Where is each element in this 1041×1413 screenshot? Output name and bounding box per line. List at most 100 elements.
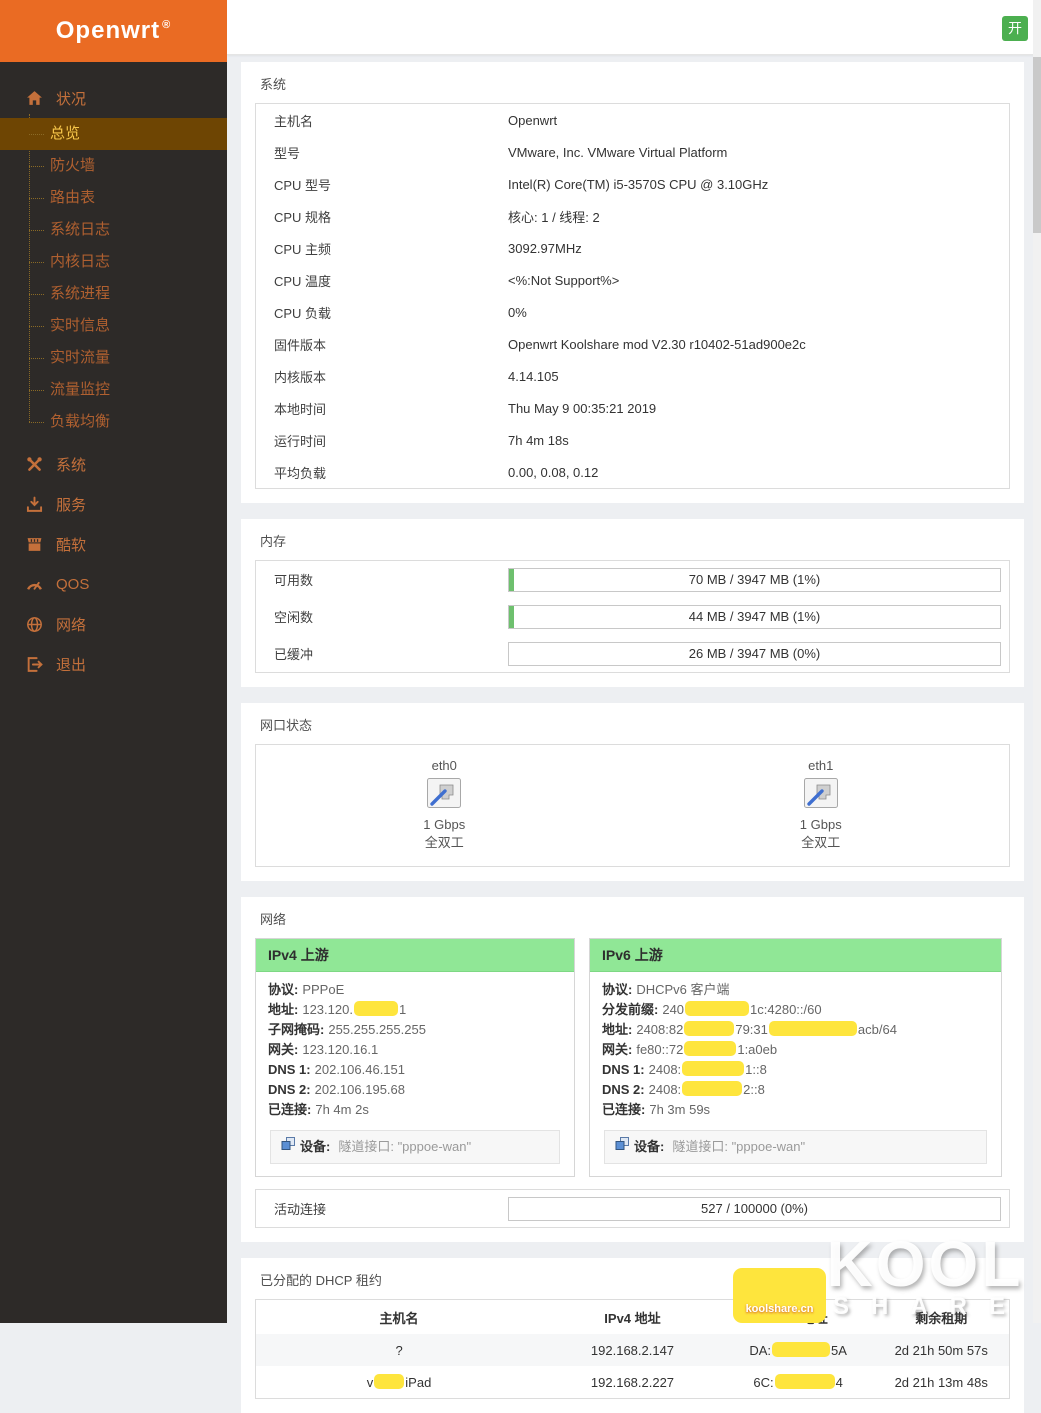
ethernet-port-icon	[427, 778, 462, 813]
sidebar-item-label: 服务	[56, 496, 87, 514]
field-value: 202.106.195.68	[314, 1082, 405, 1097]
sidebar-item-status[interactable]: 状况	[0, 78, 227, 118]
row-value: <%:Not Support%>	[508, 272, 620, 288]
field-label: DNS 1:	[268, 1062, 311, 1077]
row-value: Thu May 9 00:35:21 2019	[508, 400, 657, 416]
field-label: 协议:	[602, 982, 633, 997]
field-value: 隧道接口: "pppoe-wan"	[672, 1139, 806, 1154]
port-duplex: 全双工	[424, 835, 464, 850]
row-value: 核心: 1 / 线程: 2	[508, 209, 600, 225]
sidebar-item-kernel-log[interactable]: 内核日志	[0, 246, 227, 278]
table-row: 固件版本 Openwrt Koolshare mod V2.30 r10402-5…	[256, 328, 1009, 360]
sidebar-item-label: 实时信息	[50, 317, 111, 334]
progress-text: 70 MB / 3947 MB (1%)	[688, 571, 821, 587]
ipv4-gateway-line: 网关: 123.120.16.1	[268, 1040, 562, 1060]
row-value: 7h 4m 18s	[508, 432, 569, 448]
ipv4-dns1-line: DNS 1: 202.106.46.151	[268, 1060, 562, 1080]
row-label: 空闲数	[274, 610, 314, 625]
field-label: 地址:	[602, 1022, 633, 1037]
sidebar-item-label: 网络	[56, 616, 87, 634]
ipv4-upstream-title: IPv4 上游	[256, 939, 574, 972]
memory-card: 内存 可用数 70 MB / 3947 MB (1%) 空闲数 44 MB / …	[241, 519, 1024, 687]
field-value: 240	[662, 1002, 685, 1017]
field-label: 已连接:	[602, 1102, 646, 1117]
field-label: 设备:	[634, 1139, 665, 1154]
sidebar-item-label: 路由表	[50, 189, 96, 206]
section-title-dhcp: 已分配的 DHCP 租约	[260, 1273, 382, 1288]
sidebar-item-label: 退出	[56, 656, 87, 674]
table-row: 已缓冲 26 MB / 3947 MB (0%)	[256, 635, 1009, 672]
sidebar-item-network[interactable]: 网络	[0, 604, 227, 644]
redaction-box	[685, 1001, 750, 1016]
ipv6-gateway-line: 网关: fe80::72 1:a0eb	[602, 1040, 989, 1060]
home-icon	[26, 90, 43, 107]
sidebar-item-koolsoft[interactable]: 酷软	[0, 524, 227, 564]
table-row: 型号 VMware, Inc. VMware Virtual Platform	[256, 136, 1009, 168]
ports-box: eth0 1 Gbps 全双工 eth1 1 Gbps 全双工	[255, 744, 1010, 867]
row-label: 运行时间	[274, 433, 327, 449]
sidebar-item-services[interactable]: 服务	[0, 484, 227, 524]
port-eth0: eth0 1 Gbps 全双工	[256, 757, 633, 852]
field-value: 123.120.16.1	[302, 1042, 379, 1057]
sidebar-item-processes[interactable]: 系统进程	[0, 278, 227, 310]
port-speed: 1 Gbps	[799, 817, 842, 832]
sidebar-item-firewall[interactable]: 防火墙	[0, 150, 227, 182]
main-area: 开 系统 主机名 Openwrt 型号 VMware, Inc. VMware Vi…	[227, 0, 1041, 1413]
field-value: 1:a0eb	[737, 1042, 778, 1057]
sidebar-item-load-balance[interactable]: 负载均衡	[0, 406, 227, 438]
ipv4-proto-line: 协议: PPPoE	[268, 980, 562, 1000]
row-value: 0.00, 0.08, 0.12	[508, 464, 599, 480]
scrollbar-thumb[interactable]	[1033, 57, 1041, 233]
active-connections-box: 活动连接 527 / 100000 (0%)	[255, 1189, 1010, 1228]
ipv6-dns1-line: DNS 1: 2408: 1::8	[602, 1060, 989, 1080]
redaction-box	[768, 1021, 857, 1036]
mac-part: DA:	[749, 1343, 772, 1358]
row-value: Openwrt Koolshare mod V2.30 r10402-51ad9…	[508, 336, 806, 352]
table-row: 可用数 70 MB / 3947 MB (1%)	[256, 561, 1009, 598]
port-name: eth1	[808, 758, 834, 773]
field-value: 123.120.	[302, 1002, 353, 1017]
table-row: 运行时间 7h 4m 18s	[256, 424, 1009, 456]
ipv6-upstream-title: IPv6 上游	[590, 939, 1001, 972]
field-value: 7h 4m 2s	[315, 1102, 369, 1117]
port-eth1: eth1 1 Gbps 全双工	[633, 757, 1010, 852]
sidebar: Openwrt ® 状况 总览 防火墙 路由表 系统日志 内核日志 系统进程 实时…	[0, 0, 227, 1323]
ipv6-prefix-line: 分发前缀: 240 1c:4280::/60	[602, 1000, 989, 1020]
sidebar-nav: 状况 总览 防火墙 路由表 系统日志 内核日志 系统进程 实时信息 实时流量 流…	[0, 62, 227, 684]
field-value: 2408:	[648, 1082, 682, 1097]
row-label: 可用数	[274, 573, 314, 588]
table-row: CPU 温度 <%:Not Support%>	[256, 264, 1009, 296]
sidebar-item-label: 状况	[56, 90, 87, 108]
redaction-box	[374, 1374, 405, 1389]
sidebar-item-realtime-traffic[interactable]: 实时流量	[0, 342, 227, 374]
table-row: 内核版本 4.14.105	[256, 360, 1009, 392]
column-header-hostname: 主机名	[379, 1310, 419, 1326]
field-value: 1	[398, 1002, 407, 1017]
sidebar-item-label: 流量监控	[50, 381, 111, 398]
sidebar-item-overview[interactable]: 总览	[0, 118, 227, 150]
redaction-box	[682, 1061, 745, 1076]
logout-icon	[26, 656, 43, 673]
memory-free-bar: 44 MB / 3947 MB (1%)	[508, 604, 1001, 629]
sidebar-item-system-log[interactable]: 系统日志	[0, 214, 227, 246]
sidebar-item-logout[interactable]: 退出	[0, 644, 227, 684]
field-label: 子网掩码:	[268, 1022, 325, 1037]
sidebar-item-realtime-info[interactable]: 实时信息	[0, 310, 227, 342]
scrollbar-track[interactable]	[1033, 0, 1041, 1323]
sidebar-item-traffic-monitor[interactable]: 流量监控	[0, 374, 227, 406]
sidebar-bottom-group: 系统 服务 酷软 QOS 网络 退出	[0, 444, 227, 684]
sidebar-item-system[interactable]: 系统	[0, 444, 227, 484]
memory-buffered-bar: 26 MB / 3947 MB (0%)	[508, 641, 1001, 666]
row-label: CPU 型号	[274, 177, 332, 193]
sidebar-item-routes[interactable]: 路由表	[0, 182, 227, 214]
ipv4-dns2-line: DNS 2: 202.106.195.68	[268, 1080, 562, 1100]
sidebar-toggle-button[interactable]: 开	[1002, 16, 1028, 41]
field-value: 7h 3m 59s	[649, 1102, 711, 1117]
field-value: acb/64	[857, 1022, 897, 1037]
sidebar-item-label: 总览	[50, 125, 81, 142]
network-card: 网络 IPv4 上游 协议: PPPoE 地址: 123.120. 1 子网掩码: 25…	[241, 897, 1024, 1242]
mac-part: 5A	[831, 1343, 847, 1358]
column-header-lease: 剩余租期	[915, 1310, 968, 1326]
mac-part: 6C:	[753, 1375, 774, 1390]
sidebar-item-qos[interactable]: QOS	[0, 564, 227, 604]
